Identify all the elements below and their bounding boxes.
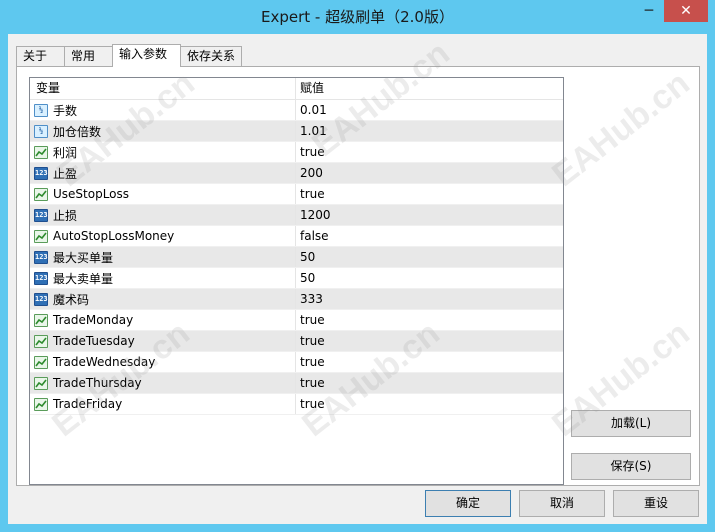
variable-cell[interactable]: AutoStopLossMoney	[30, 226, 296, 246]
variable-cell[interactable]: 123 止盈	[30, 163, 296, 183]
close-button[interactable]: ✕	[664, 0, 708, 22]
int-icon: 123	[34, 208, 48, 222]
value-cell[interactable]: true	[296, 142, 563, 162]
window-title: Expert - 超级刷单（2.0版）	[261, 8, 454, 26]
variable-name: 魔术码	[53, 292, 90, 307]
variable-name: TradeTuesday	[53, 334, 135, 348]
grid-rows: ½ 手数 0.01 ½ 加仓倍数 1.01 利润 true 123 止盈 200 UseStopLos…	[30, 100, 563, 415]
variable-name: TradeThursday	[53, 376, 142, 390]
double-icon: ½	[34, 124, 48, 138]
variable-cell[interactable]: TradeWednesday	[30, 352, 296, 372]
table-row[interactable]: UseStopLoss true	[30, 184, 563, 205]
ok-button[interactable]: 确定	[425, 490, 511, 517]
table-row[interactable]: 123 魔术码 333	[30, 289, 563, 310]
variable-name: 止盈	[53, 166, 78, 181]
table-row[interactable]: 123 最大买单量 50	[30, 247, 563, 268]
variable-cell[interactable]: ½ 手数	[30, 100, 296, 120]
close-icon: ✕	[680, 3, 692, 19]
table-row[interactable]: AutoStopLossMoney false	[30, 226, 563, 247]
value-cell[interactable]: 333	[296, 289, 563, 309]
table-row[interactable]: TradeThursday true	[30, 373, 563, 394]
inputs-panel: 变量 赋值 ½ 手数 0.01 ½ 加仓倍数 1.01 利润 true 123 止盈 200 UseS…	[16, 66, 700, 486]
table-row[interactable]: 123 止损 1200	[30, 205, 563, 226]
value-cell[interactable]: 50	[296, 268, 563, 288]
save-button[interactable]: 保存(S)	[571, 453, 691, 480]
variable-name: 最大卖单量	[53, 271, 114, 286]
variable-name: AutoStopLossMoney	[53, 229, 175, 243]
int-icon: 123	[34, 271, 48, 285]
value-cell[interactable]: true	[296, 331, 563, 351]
variable-name: TradeWednesday	[53, 355, 156, 369]
tab-about[interactable]: 关于	[16, 46, 65, 66]
minimize-button[interactable]: ─	[634, 0, 664, 22]
value-cell[interactable]: 1.01	[296, 121, 563, 141]
table-row[interactable]: 123 止盈 200	[30, 163, 563, 184]
table-row[interactable]: ½ 手数 0.01	[30, 100, 563, 121]
variable-name: TradeFriday	[53, 397, 123, 411]
bool-icon	[34, 229, 48, 243]
reset-button[interactable]: 重设	[613, 490, 699, 517]
bool-icon	[34, 313, 48, 327]
bool-icon	[34, 187, 48, 201]
value-cell[interactable]: 1200	[296, 205, 563, 225]
table-row[interactable]: TradeMonday true	[30, 310, 563, 331]
variable-name: 手数	[53, 103, 78, 118]
load-button[interactable]: 加载(L)	[571, 410, 691, 437]
value-cell[interactable]: 50	[296, 247, 563, 267]
variable-name: TradeMonday	[53, 313, 134, 327]
variable-cell[interactable]: TradeThursday	[30, 373, 296, 393]
bool-icon	[34, 397, 48, 411]
parameters-grid[interactable]: 变量 赋值 ½ 手数 0.01 ½ 加仓倍数 1.01 利润 true 123 止盈 200 UseS…	[29, 77, 564, 485]
bool-icon	[34, 376, 48, 390]
cancel-button[interactable]: 取消	[519, 490, 605, 517]
int-icon: 123	[34, 166, 48, 180]
dialog-client-area: 关于 常用 输入参数 依存关系 变量 赋值 ½ 手数 0.01 ½ 加仓倍数 1.01 利润…	[8, 34, 707, 524]
table-row[interactable]: 利润 true	[30, 142, 563, 163]
header-value[interactable]: 赋值	[296, 78, 563, 99]
variable-name: UseStopLoss	[53, 187, 130, 201]
bool-icon	[34, 145, 48, 159]
value-cell[interactable]: true	[296, 394, 563, 414]
variable-cell[interactable]: 利润	[30, 142, 296, 162]
title-bar[interactable]: Expert - 超级刷单（2.0版） ─ ✕	[0, 0, 715, 34]
value-cell[interactable]: 0.01	[296, 100, 563, 120]
variable-cell[interactable]: TradeFriday	[30, 394, 296, 414]
tab-dependencies[interactable]: 依存关系	[180, 46, 242, 66]
tab-inputs[interactable]: 输入参数	[112, 44, 181, 67]
value-cell[interactable]: false	[296, 226, 563, 246]
variable-cell[interactable]: UseStopLoss	[30, 184, 296, 204]
variable-cell[interactable]: TradeMonday	[30, 310, 296, 330]
minimize-icon: ─	[644, 3, 654, 19]
variable-cell[interactable]: TradeTuesday	[30, 331, 296, 351]
variable-name: 利润	[53, 145, 78, 160]
tab-common[interactable]: 常用	[64, 46, 113, 66]
variable-cell[interactable]: 123 最大买单量	[30, 247, 296, 267]
table-row[interactable]: 123 最大卖单量 50	[30, 268, 563, 289]
table-row[interactable]: TradeFriday true	[30, 394, 563, 415]
header-variable[interactable]: 变量	[30, 78, 296, 99]
variable-cell[interactable]: 123 最大卖单量	[30, 268, 296, 288]
value-cell[interactable]: true	[296, 184, 563, 204]
bool-icon	[34, 334, 48, 348]
int-icon: 123	[34, 292, 48, 306]
bool-icon	[34, 355, 48, 369]
variable-cell[interactable]: 123 魔术码	[30, 289, 296, 309]
value-cell[interactable]: 200	[296, 163, 563, 183]
table-row[interactable]: TradeWednesday true	[30, 352, 563, 373]
int-icon: 123	[34, 250, 48, 264]
variable-name: 最大买单量	[53, 250, 114, 265]
value-cell[interactable]: true	[296, 352, 563, 372]
variable-cell[interactable]: ½ 加仓倍数	[30, 121, 296, 141]
double-icon: ½	[34, 103, 48, 117]
table-row[interactable]: ½ 加仓倍数 1.01	[30, 121, 563, 142]
table-row[interactable]: TradeTuesday true	[30, 331, 563, 352]
variable-name: 止损	[53, 208, 78, 223]
grid-header: 变量 赋值	[30, 78, 563, 100]
expert-dialog: Expert - 超级刷单（2.0版） ─ ✕ 关于 常用 输入参数 依存关系 …	[0, 0, 715, 532]
value-cell[interactable]: true	[296, 310, 563, 330]
variable-cell[interactable]: 123 止损	[30, 205, 296, 225]
value-cell[interactable]: true	[296, 373, 563, 393]
variable-name: 加仓倍数	[53, 124, 102, 139]
